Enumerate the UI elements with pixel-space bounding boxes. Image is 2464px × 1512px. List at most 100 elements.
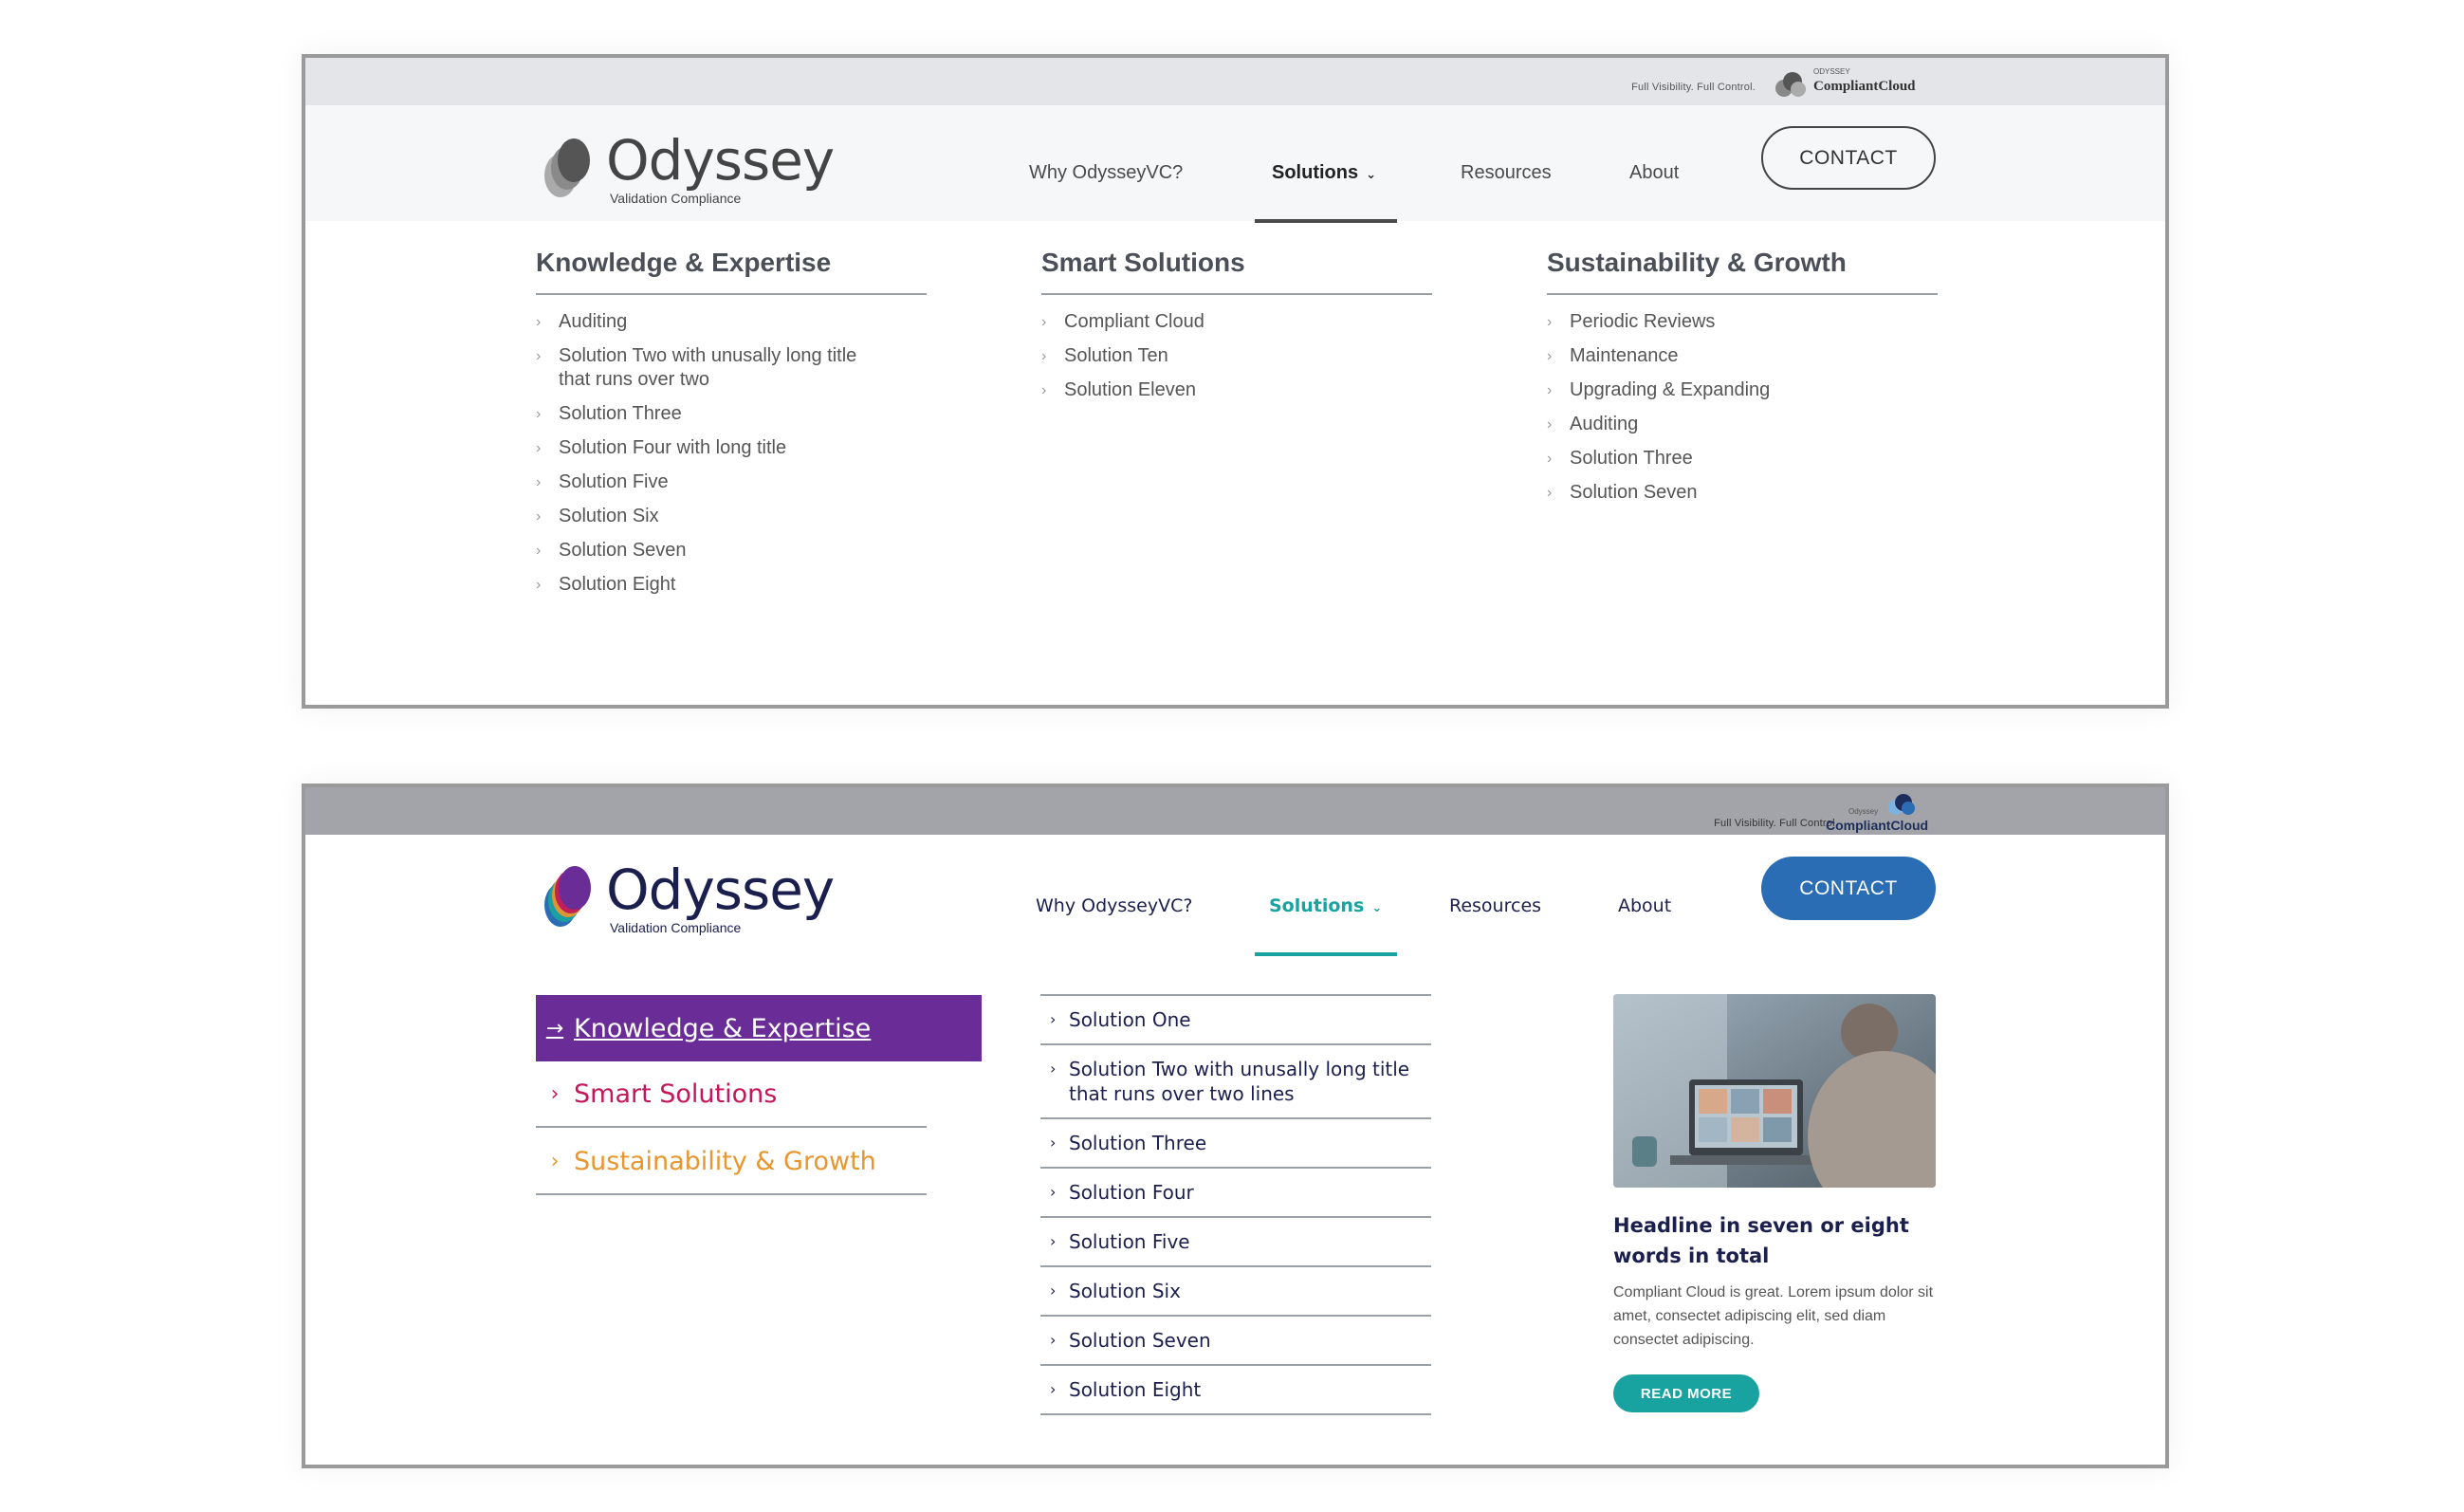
chevron-down-icon: ⌄ [1371,901,1383,915]
promo-image[interactable] [1613,994,1936,1188]
cc-brand-small: ODYSSEY [1813,67,1850,76]
category-sustainability-growth[interactable]: › Sustainability & Growth [536,1129,927,1195]
compliant-cloud-logo[interactable]: ODYSSEY CompliantCloud [1772,65,1923,100]
chevron-right-icon: › [536,474,542,490]
category-smart-solutions[interactable]: › Smart Solutions [536,1061,927,1128]
odyssey-logo[interactable]: Odyssey Validation Compliance [536,854,835,939]
menu-link-label: Solution Three [1570,448,1693,469]
chevron-down-icon: ⌄ [1366,167,1377,181]
menu-link[interactable]: › Solution Five [536,470,927,494]
solution-link-label: Solution Seven [1069,1329,1211,1352]
logo-subtitle: Validation Compliance [610,191,742,206]
tagline: Full Visibility. Full Control. [1714,818,1838,829]
solution-link[interactable]: › Solution Three [1040,1119,1431,1169]
menu-link[interactable]: › Solution Three [536,402,927,426]
menu-link-label: Auditing [559,311,628,332]
menu-link[interactable]: › Solution Two with unusally long title t… [536,344,887,392]
nav-solutions[interactable]: Solutions ⌄ [1269,895,1382,916]
menu-link[interactable]: › Solution Three [1547,447,1938,470]
tagline: Full Visibility. Full Control. [1631,82,1756,93]
cc-brand-name: CompliantCloud [1813,79,1916,94]
cloud-icon [1775,72,1806,97]
chevron-right-icon: › [536,508,542,525]
chevron-right-icon: › [536,440,542,456]
solution-link[interactable]: › Solution Two with unusally long title t… [1040,1045,1431,1119]
menu-link[interactable]: › Periodic Reviews [1547,310,1938,334]
menu-link[interactable]: › Solution Eight [536,573,927,597]
chevron-right-icon: › [550,1081,560,1106]
cloud-icon [1888,794,1915,815]
utility-bar: Full Visibility. Full Control. Odyssey C… [305,787,2165,835]
menu-link[interactable]: › Compliant Cloud [1041,310,1432,334]
solution-link[interactable]: › Solution Five [1040,1218,1431,1267]
menu-link-label: Maintenance [1570,345,1679,366]
chevron-right-icon: › [1050,1331,1057,1349]
menu-link[interactable]: › Solution Seven [536,539,927,562]
odyssey-logo-mark-icon [544,866,591,927]
contact-button[interactable]: CONTACT [1761,857,1936,920]
nav-why-odysseyvc[interactable]: Why OdysseyVC? [1036,895,1192,916]
nav-active-indicator [1255,219,1397,223]
chevron-right-icon: › [536,577,542,593]
solution-link[interactable]: › Solution Six [1040,1267,1431,1317]
category-knowledge-expertise[interactable]: → Knowledge & Expertise [536,995,982,1061]
nav-about[interactable]: About [1618,895,1671,916]
cc-brand-small: Odyssey [1848,807,1879,816]
menu-link[interactable]: › Solution Six [536,505,927,528]
menu-link[interactable]: › Solution Four with long title [536,436,927,460]
menu-mockup-grayscale: Full Visibility. Full Control. ODYSSEY C… [302,54,2169,709]
chevron-right-icon: › [1050,1380,1057,1398]
nav-solutions[interactable]: Solutions ⌄ [1272,162,1376,184]
menu-link[interactable]: › Solution Eleven [1041,378,1432,402]
column-title: Knowledge & Expertise [536,248,927,295]
menu-link[interactable]: › Solution Ten [1041,344,1432,368]
solution-list: › Solution One › Solution Two with unusall… [1040,994,1431,1415]
menu-link[interactable]: › Maintenance [1547,344,1938,368]
chevron-right-icon: › [536,406,542,422]
chevron-right-icon: › [1547,382,1553,398]
person-laptop-photo [1613,994,1936,1188]
chevron-right-icon: › [1050,1232,1057,1250]
menu-link[interactable]: › Upgrading & Expanding [1547,378,1938,402]
menu-link[interactable]: › Auditing [536,310,927,334]
solution-link[interactable]: › Solution One [1040,996,1431,1045]
column-title: Sustainability & Growth [1547,248,1938,295]
chevron-right-icon: › [550,1149,560,1173]
menu-link-label: Solution Five [559,471,669,492]
odyssey-logo-mark-icon [544,138,590,197]
solution-link-label: Solution Four [1069,1181,1194,1204]
solution-link[interactable]: › Solution Eight [1040,1366,1431,1415]
column-title: Smart Solutions [1041,248,1432,295]
site-header: Odyssey Validation Compliance Why Odysse… [305,835,2165,953]
nav-resources[interactable]: Resources [1449,895,1541,916]
menu-link-label: Solution Three [559,403,682,424]
menu-link-label: Solution Ten [1064,345,1168,366]
menu-link-label: Auditing [1570,414,1639,434]
odyssey-logo[interactable]: Odyssey Validation Compliance [536,124,835,210]
nav-about[interactable]: About [1629,162,1679,184]
chevron-right-icon: › [536,314,542,330]
contact-button[interactable]: CONTACT [1761,126,1936,190]
chevron-right-icon: › [1041,382,1047,398]
menu-link-label: Compliant Cloud [1064,311,1204,332]
solution-link[interactable]: › Solution Four [1040,1169,1431,1218]
menu-link-label: Solution Six [559,506,659,526]
nav-solutions-label: Solutions [1272,162,1359,183]
solution-link-label: Solution One [1069,1008,1191,1031]
nav-active-indicator [1255,952,1397,956]
chevron-right-icon: › [1050,1010,1057,1028]
menu-column-knowledge: Knowledge & Expertise › Auditing › Solutio… [536,248,927,607]
nav-resources[interactable]: Resources [1461,162,1552,184]
menu-link[interactable]: › Auditing [1547,413,1938,436]
promo-description: Compliant Cloud is great. Lorem ipsum do… [1613,1284,1934,1348]
compliant-cloud-logo[interactable]: Odyssey CompliantCloud [1826,791,1940,833]
chevron-right-icon: › [1547,348,1553,364]
chevron-right-icon: › [1041,348,1047,364]
menu-link[interactable]: › Solution Seven [1547,481,1938,505]
chevron-right-icon: › [536,543,542,559]
nav-why-odysseyvc[interactable]: Why OdysseyVC? [1029,162,1183,184]
read-more-button[interactable]: READ MORE [1613,1374,1759,1412]
chevron-right-icon: › [1050,1282,1057,1300]
solution-link[interactable]: › Solution Seven [1040,1317,1431,1366]
promo-headline: Headline in seven or eight words in tota… [1613,1214,1909,1267]
